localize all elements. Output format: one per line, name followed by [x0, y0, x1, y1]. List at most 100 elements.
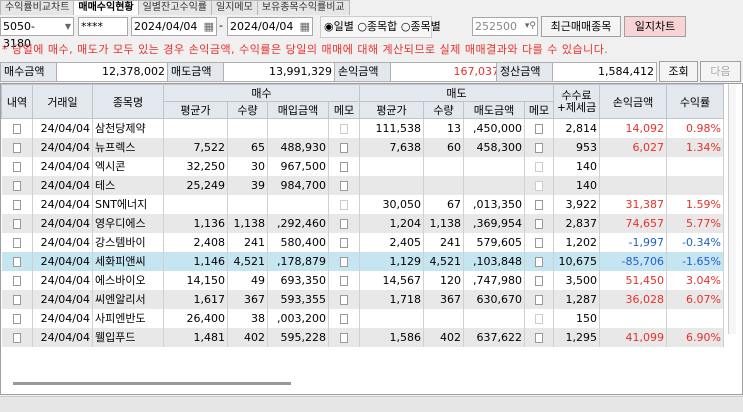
detail-icon[interactable] [12, 237, 21, 248]
col-buy-qty[interactable]: 수량 [227, 101, 268, 119]
memo-cell[interactable] [524, 232, 554, 252]
col-name[interactable]: 종목명 [92, 84, 164, 119]
table-row[interactable]: 24/04/04 웰입푸드 1,481 402 595,228 1,586 402 637,6… [1, 327, 724, 347]
recent-trades-button[interactable]: 최근매매종목 [541, 16, 621, 37]
detail-icon[interactable] [12, 218, 21, 229]
table-row[interactable]: 24/04/04 테스 25,249 39 984,700 140 [1, 175, 724, 195]
account-select[interactable]: 5050-3180 ▼ [0, 17, 74, 50]
memo-cell[interactable] [524, 327, 554, 347]
detail-cell[interactable] [1, 194, 33, 214]
memo-cell[interactable] [524, 308, 554, 328]
detail-cell[interactable] [1, 308, 33, 328]
memo-cell[interactable] [328, 137, 360, 157]
memo-cell[interactable] [328, 118, 360, 138]
memo-icon[interactable] [535, 142, 543, 153]
vertical-scrollbar[interactable] [728, 84, 736, 334]
memo-cell[interactable] [328, 156, 360, 176]
password-field[interactable]: **** [78, 17, 128, 36]
journal-chart-button[interactable]: 일지차트 [624, 16, 686, 37]
detail-cell[interactable] [1, 156, 33, 176]
calendar-icon[interactable]: ▦ [204, 18, 214, 35]
memo-cell[interactable] [328, 194, 360, 214]
memo-icon[interactable] [535, 123, 543, 134]
table-row[interactable]: 24/04/04 엑시콘 32,250 30 967,500 140 [1, 156, 724, 176]
tab-1[interactable]: 매매수익현황 [73, 0, 139, 15]
search-icon[interactable]: ▾⚲ [525, 18, 536, 35]
col-buy-amount[interactable]: 매입금액 [267, 101, 329, 119]
memo-icon[interactable] [535, 313, 543, 324]
tab-0[interactable]: 수익률비교차트 [0, 0, 75, 15]
table-row[interactable]: 24/04/04 삼천당제약 111,538 13,450,000 2,814 14,09… [1, 118, 724, 138]
memo-cell[interactable] [524, 137, 554, 157]
memo-cell[interactable] [328, 251, 360, 271]
stock-code-field[interactable]: 252500 ▾⚲ [472, 17, 538, 36]
detail-cell[interactable] [1, 175, 33, 195]
memo-cell[interactable] [328, 232, 360, 252]
tab-2[interactable]: 일별잔고수익률 [137, 0, 213, 15]
detail-icon[interactable] [12, 180, 21, 191]
memo-icon[interactable] [535, 275, 543, 286]
radio-daily[interactable]: ◉일별 [324, 20, 354, 33]
detail-icon[interactable] [12, 256, 21, 267]
query-button[interactable]: 조회 [659, 61, 698, 82]
calendar-icon[interactable]: ▦ [300, 18, 310, 35]
memo-icon[interactable] [535, 180, 543, 191]
detail-cell[interactable] [1, 270, 33, 290]
detail-cell[interactable] [1, 289, 33, 309]
detail-cell[interactable] [1, 137, 33, 157]
memo-cell[interactable] [524, 289, 554, 309]
table-row[interactable]: 24/04/04 에스바이오 14,150 49 693,350 14,567 120,74… [1, 270, 724, 290]
col-sell-amount[interactable]: 매도금액 [463, 101, 525, 119]
memo-cell[interactable] [328, 308, 360, 328]
memo-icon[interactable] [340, 123, 348, 134]
memo-icon[interactable] [535, 161, 543, 172]
memo-icon[interactable] [340, 218, 348, 229]
detail-cell[interactable] [1, 251, 33, 271]
detail-icon[interactable] [12, 142, 21, 153]
memo-icon[interactable] [340, 332, 348, 343]
tab-3[interactable]: 일지메모 [211, 0, 258, 15]
memo-cell[interactable] [328, 270, 360, 290]
detail-cell[interactable] [1, 118, 33, 138]
date-from-field[interactable]: 2024/04/04 ▦ [131, 17, 217, 36]
memo-icon[interactable] [340, 142, 348, 153]
memo-icon[interactable] [340, 275, 348, 286]
col-fee[interactable]: 수수료 +제세금 [553, 84, 600, 119]
memo-icon[interactable] [535, 332, 543, 343]
memo-icon[interactable] [535, 237, 543, 248]
date-to-field[interactable]: 2024/04/04 ▦ [227, 17, 313, 36]
detail-cell[interactable] [1, 327, 33, 347]
table-row[interactable]: 24/04/04 세화피앤씨 1,146 4,521,178,879 1,129 4,52… [1, 251, 724, 271]
memo-icon[interactable] [340, 199, 348, 210]
col-sell-memo[interactable]: 메모 [524, 101, 554, 119]
memo-icon[interactable] [535, 218, 543, 229]
memo-cell[interactable] [524, 213, 554, 233]
memo-icon[interactable] [535, 199, 543, 210]
detail-icon[interactable] [12, 161, 21, 172]
memo-cell[interactable] [524, 270, 554, 290]
table-row[interactable]: 24/04/04 SNT에너지 30,050 67,013,350 3,922 31,38… [1, 194, 724, 214]
horizontal-scrollbar[interactable] [13, 382, 291, 385]
memo-cell[interactable] [328, 175, 360, 195]
table-row[interactable]: 24/04/04 강스템바이 2,408 241 580,400 2,405 241 579,… [1, 232, 724, 252]
memo-icon[interactable] [340, 161, 348, 172]
col-buy-avg[interactable]: 평균가 [163, 101, 228, 119]
table-row[interactable]: 24/04/04 씨엔알리서 1,617 367 593,355 1,718 367 630,… [1, 289, 724, 309]
memo-icon[interactable] [535, 256, 543, 267]
col-sell-avg[interactable]: 평균가 [359, 101, 424, 119]
memo-cell[interactable] [524, 175, 554, 195]
memo-icon[interactable] [340, 294, 348, 305]
next-button[interactable]: 다음 [700, 61, 741, 82]
table-row[interactable]: 24/04/04 사피엔반도 26,400 38,003,200 150 [1, 308, 724, 328]
col-buy-memo[interactable]: 메모 [328, 101, 360, 119]
memo-cell[interactable] [328, 213, 360, 233]
radio-stock-sum[interactable]: ○종목합 [357, 20, 397, 33]
col-rate[interactable]: 수익률 [666, 84, 724, 119]
col-pl[interactable]: 손익금액 [599, 84, 667, 119]
memo-icon[interactable] [340, 313, 348, 324]
tab-4[interactable]: 보유종목수익률비교 [256, 0, 350, 15]
table-row[interactable]: 24/04/04 영우디에스 1,136 1,138,292,460 1,204 1,13… [1, 213, 724, 233]
memo-cell[interactable] [328, 289, 360, 309]
memo-cell[interactable] [524, 156, 554, 176]
detail-icon[interactable] [12, 123, 21, 134]
